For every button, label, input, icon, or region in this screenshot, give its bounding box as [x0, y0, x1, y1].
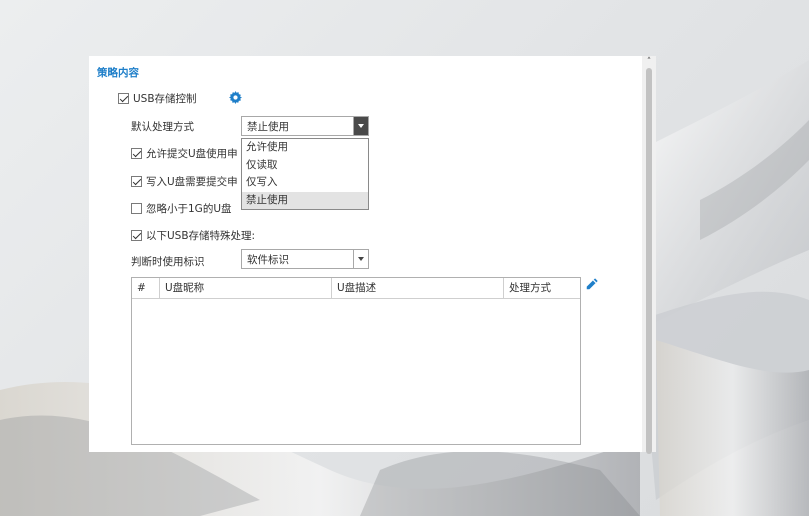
column-header-nickname[interactable]: U盘昵称: [160, 278, 332, 299]
default-action-select[interactable]: 禁止使用: [241, 116, 369, 136]
default-action-value: 禁止使用: [247, 120, 289, 133]
column-header-description[interactable]: U盘描述: [332, 278, 504, 299]
section-title: 策略内容: [97, 67, 139, 79]
chevron-down-icon[interactable]: [353, 117, 368, 135]
scrollbar-thumb[interactable]: [646, 68, 652, 454]
ignore-small-label: 忽略小于1G的U盘: [146, 202, 232, 215]
usb-device-table: # U盘昵称 U盘描述 处理方式: [131, 277, 581, 445]
gear-icon[interactable]: [229, 91, 242, 104]
identify-select[interactable]: 软件标识: [241, 249, 369, 269]
chevron-down-icon[interactable]: [353, 250, 368, 268]
allow-submit-label: 允许提交U盘使用申: [146, 147, 238, 160]
special-usb-row[interactable]: 以下USB存储特殊处理:: [131, 228, 255, 242]
column-header-index[interactable]: #: [132, 278, 160, 299]
pencil-icon[interactable]: [585, 277, 599, 291]
ignore-small-row[interactable]: 忽略小于1G的U盘: [131, 201, 232, 215]
allow-submit-checkbox[interactable]: [131, 147, 142, 159]
allow-submit-row[interactable]: 允许提交U盘使用申: [131, 146, 238, 160]
table-header: # U盘昵称 U盘描述 处理方式: [132, 278, 580, 299]
usb-control-checkbox-row[interactable]: USB存储控制: [118, 91, 197, 105]
identify-label: 判断时使用标识: [131, 256, 205, 268]
write-requires-row[interactable]: 写入U盘需要提交申: [131, 174, 238, 188]
usb-control-checkbox[interactable]: [118, 92, 129, 104]
default-action-label: 默认处理方式: [131, 121, 194, 133]
dropdown-option-forbid[interactable]: 禁止使用: [242, 191, 368, 209]
special-usb-checkbox[interactable]: [131, 229, 142, 241]
vertical-scrollbar[interactable]: ˄: [642, 56, 656, 454]
ignore-small-checkbox[interactable]: [131, 202, 142, 214]
write-requires-checkbox[interactable]: [131, 175, 142, 187]
dropdown-option-write-only[interactable]: 仅写入: [242, 174, 368, 192]
chevron-up-icon[interactable]: ˄: [642, 56, 656, 68]
identify-value: 软件标识: [247, 253, 289, 266]
column-header-action[interactable]: 处理方式: [504, 278, 580, 299]
write-requires-label: 写入U盘需要提交申: [146, 175, 238, 188]
special-usb-label: 以下USB存储特殊处理:: [146, 229, 256, 242]
default-action-dropdown[interactable]: 允许使用 仅读取 仅写入 禁止使用: [241, 138, 369, 210]
dropdown-option-allow[interactable]: 允许使用: [242, 139, 368, 157]
policy-content-panel: 策略内容 USB存储控制 默认处理方式 禁止使用 允许使用 仅读取 仅写入 禁止…: [89, 56, 642, 452]
dropdown-option-read-only[interactable]: 仅读取: [242, 157, 368, 175]
usb-control-label: USB存储控制: [133, 92, 197, 105]
